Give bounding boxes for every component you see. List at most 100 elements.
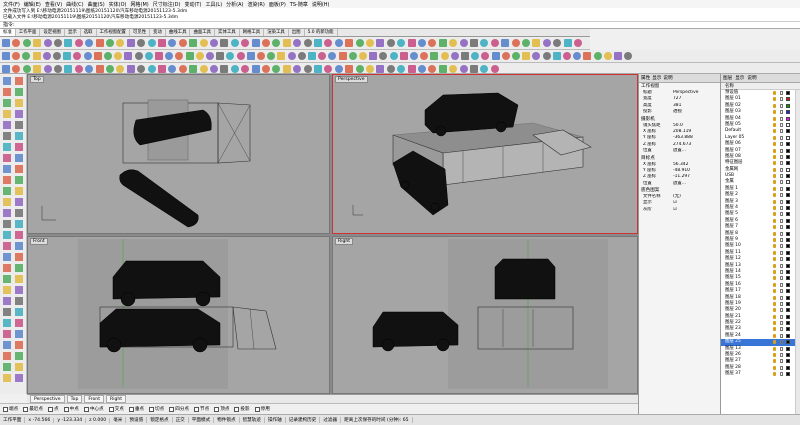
- layer-color-swatch[interactable]: [786, 269, 790, 274]
- toolbar-icon[interactable]: [33, 39, 42, 47]
- toolbar-icon[interactable]: [2, 65, 10, 73]
- toolbar-icon[interactable]: [155, 52, 163, 60]
- layer-lock-icon[interactable]: [780, 327, 783, 332]
- layer-lock-icon[interactable]: [780, 301, 783, 306]
- status-toggle[interactable]: 智慧轨迹: [240, 417, 265, 423]
- layer-color-swatch[interactable]: [786, 263, 790, 268]
- toolbar-icon[interactable]: [2, 39, 10, 47]
- layer-lock-icon[interactable]: [780, 346, 783, 351]
- toolbar-icon[interactable]: [501, 52, 510, 60]
- toolbar-icon[interactable]: [175, 52, 184, 60]
- toolbar-icon[interactable]: [386, 39, 395, 47]
- layer-lock-icon[interactable]: [780, 340, 783, 345]
- toolbar-icon[interactable]: [116, 65, 125, 73]
- tool-icon[interactable]: [15, 297, 23, 305]
- osnap-checkbox[interactable]: [234, 406, 240, 412]
- osnap-checkbox[interactable]: [169, 406, 175, 412]
- layer-bulb-icon[interactable]: [773, 276, 776, 281]
- tool-icon[interactable]: [3, 99, 11, 107]
- layer-bulb-icon[interactable]: [773, 206, 776, 211]
- tool-icon[interactable]: [15, 253, 23, 261]
- tool-icon[interactable]: [15, 132, 23, 140]
- toolbar-icon[interactable]: [532, 52, 541, 60]
- toolbar-tab[interactable]: 变动: [150, 29, 166, 36]
- tool-icon[interactable]: [15, 99, 23, 107]
- layer-bulb-icon[interactable]: [773, 186, 776, 191]
- tool-icon[interactable]: [15, 352, 23, 360]
- property-value[interactable]: ☑: [673, 207, 720, 213]
- toolbar-tab[interactable]: 实体工具: [215, 29, 240, 36]
- tab-display[interactable]: 显示: [652, 75, 661, 81]
- toolbar-icon[interactable]: [195, 52, 204, 60]
- tab-properties[interactable]: 属性: [641, 75, 650, 81]
- tool-icon[interactable]: [15, 286, 23, 294]
- toolbar-icon[interactable]: [501, 39, 510, 47]
- tool-icon[interactable]: [3, 253, 11, 261]
- osnap-checkbox[interactable]: [214, 406, 220, 412]
- layer-bulb-icon[interactable]: [773, 333, 776, 338]
- layer-bulb-icon[interactable]: [773, 244, 776, 249]
- layer-lock-icon[interactable]: [780, 193, 783, 198]
- layer-color-swatch[interactable]: [786, 161, 790, 166]
- layer-bulb-icon[interactable]: [773, 218, 776, 223]
- toolbar-icon[interactable]: [471, 52, 480, 60]
- layer-lock-icon[interactable]: [780, 333, 783, 338]
- layer-lock-icon[interactable]: [780, 225, 783, 230]
- layer-color-swatch[interactable]: [786, 110, 790, 115]
- toolbar-icon[interactable]: [366, 39, 374, 47]
- layer-lock-icon[interactable]: [780, 321, 783, 326]
- layer-lock-icon[interactable]: [780, 257, 783, 262]
- osnap-checkbox[interactable]: [128, 406, 134, 412]
- tool-icon[interactable]: [15, 308, 23, 316]
- toolbar-icon[interactable]: [614, 52, 622, 60]
- tool-icon[interactable]: [3, 264, 11, 272]
- toolbar-icon[interactable]: [428, 65, 437, 73]
- layer-color-swatch[interactable]: [786, 180, 790, 185]
- toolbar-icon[interactable]: [563, 52, 571, 60]
- osnap-checkbox[interactable]: [48, 406, 53, 412]
- layer-lock-icon[interactable]: [780, 218, 783, 223]
- layer-color-swatch[interactable]: [786, 206, 790, 211]
- toolbar-icon[interactable]: [512, 52, 520, 60]
- toolbar-tab[interactable]: 可见性: [130, 29, 151, 36]
- osnap-checkbox[interactable]: [108, 406, 114, 412]
- layer-lock-icon[interactable]: [780, 180, 783, 185]
- toolbar-tab[interactable]: 显示: [65, 29, 81, 36]
- osnap-checkbox[interactable]: [254, 406, 260, 412]
- layer-bulb-icon[interactable]: [773, 91, 776, 95]
- menu-item[interactable]: 编辑(E): [24, 1, 41, 8]
- layer-lock-icon[interactable]: [780, 129, 783, 134]
- layer-lock-icon[interactable]: [780, 282, 783, 287]
- toolbar-icon[interactable]: [95, 65, 104, 73]
- toolbar-icon[interactable]: [480, 39, 489, 47]
- layer-color-swatch[interactable]: [786, 122, 790, 127]
- layer-lock-icon[interactable]: [780, 116, 783, 121]
- menu-item[interactable]: 分析(A): [226, 1, 243, 8]
- layer-bulb-icon[interactable]: [773, 161, 776, 166]
- layer-lock-icon[interactable]: [780, 206, 783, 211]
- toolbar-icon[interactable]: [12, 39, 21, 47]
- toolbar-icon[interactable]: [165, 52, 174, 60]
- toolbar-icon[interactable]: [85, 39, 94, 47]
- tab-layers-help[interactable]: 说明: [747, 75, 756, 81]
- toolbar-icon[interactable]: [22, 65, 31, 73]
- osnap-option[interactable]: 点: [48, 406, 59, 412]
- viewport-front[interactable]: Front: [27, 236, 330, 394]
- viewport-top[interactable]: Top: [27, 74, 330, 234]
- toolbar-icon[interactable]: [338, 52, 347, 60]
- tool-icon[interactable]: [15, 110, 23, 118]
- tool-icon[interactable]: [3, 77, 11, 85]
- toolbar-icon[interactable]: [355, 39, 364, 47]
- toolbar-icon[interactable]: [158, 65, 166, 73]
- toolbar-icon[interactable]: [178, 39, 187, 47]
- tool-icon[interactable]: [15, 176, 23, 184]
- toolbar-tab[interactable]: 网格工具: [240, 29, 265, 36]
- layer-color-swatch[interactable]: [786, 237, 790, 242]
- tool-icon[interactable]: [3, 110, 11, 118]
- toolbar-icon[interactable]: [603, 52, 612, 60]
- tool-icon[interactable]: [3, 88, 11, 96]
- layer-bulb-icon[interactable]: [773, 97, 776, 102]
- toolbar-icon[interactable]: [210, 65, 218, 73]
- viewport-right[interactable]: Right: [332, 236, 638, 394]
- osnap-option[interactable]: 端点: [3, 406, 18, 412]
